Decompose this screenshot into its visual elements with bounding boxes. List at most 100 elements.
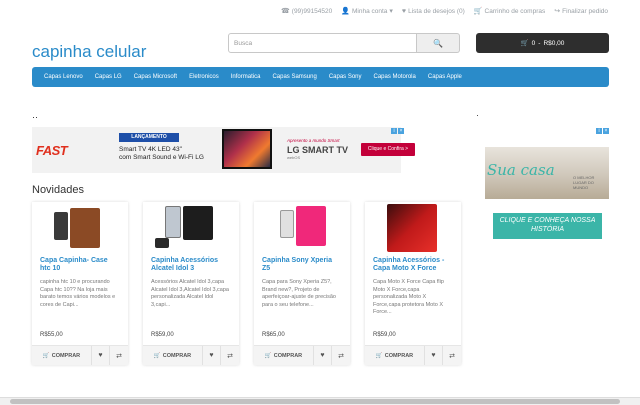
wishlist-button[interactable]: ♥ bbox=[314, 346, 332, 365]
search-input[interactable] bbox=[228, 33, 417, 53]
ad-product-line1: Smart TV 4K LED 43" bbox=[119, 146, 182, 153]
product-description: Capa Moto X Force Capa flip Moto X Force… bbox=[373, 279, 444, 315]
product-description: Capa para Sony Xperia Z5?, Brand new?, P… bbox=[262, 279, 336, 308]
share-icon: ↪ bbox=[554, 8, 561, 15]
nav-item-sony[interactable]: Capas Sony bbox=[323, 74, 368, 80]
product-description: capinha htc 10 e procurando Capa htc 10?… bbox=[40, 279, 116, 308]
side-ad-info-icon[interactable]: i bbox=[596, 128, 602, 134]
phone-link[interactable]: ☎ (99)99154520 bbox=[281, 7, 333, 16]
search-icon: 🔍 bbox=[433, 38, 443, 48]
ad-close-icon[interactable]: × bbox=[398, 128, 404, 134]
side-ad-close-icon[interactable]: × bbox=[603, 128, 609, 134]
product-title[interactable]: Capinha Acessórios Alcatel Idol 3 bbox=[143, 252, 239, 279]
cart-icon: 🛒 bbox=[520, 40, 529, 47]
product-description: Acessórios Alcatel Idol 3,capa Alcatel I… bbox=[151, 279, 229, 308]
banner-ad[interactable]: FAST LANÇAMENTO Smart TV 4K LED 43" com … bbox=[32, 127, 415, 173]
product-image[interactable] bbox=[254, 202, 350, 252]
case-shape bbox=[70, 208, 100, 248]
product-image[interactable] bbox=[32, 202, 128, 252]
product-price: R$59,00 bbox=[151, 332, 174, 338]
nav-item-lg[interactable]: Capas LG bbox=[89, 74, 128, 80]
product-card: Capinha Sony Xperia Z5 Capa para Sony Xp… bbox=[254, 202, 350, 365]
product-title[interactable]: Capinha Acessórios - Capa Moto X Force bbox=[365, 252, 461, 279]
phone-label: (99)99154520 bbox=[291, 7, 333, 15]
compare-button[interactable]: ⇄ bbox=[221, 346, 239, 365]
wishlist-button[interactable]: ♥ bbox=[425, 346, 443, 365]
buy-label: COMPRAR bbox=[273, 352, 303, 359]
horizontal-scrollbar[interactable] bbox=[0, 397, 640, 405]
ad-tagline: Apresento a mundo Smart bbox=[287, 138, 340, 143]
site-logo[interactable]: capinha celular bbox=[32, 42, 146, 62]
cart-link[interactable]: 🛒 Carrinho de compras bbox=[473, 7, 545, 16]
case-shape bbox=[183, 206, 213, 240]
category-nav: Capas Lenovo Capas LG Capas Microsoft El… bbox=[32, 67, 609, 87]
checkout-label: Finalizar pedido bbox=[562, 7, 608, 15]
buy-button[interactable]: 🛒 COMPRAR bbox=[365, 346, 425, 365]
cart-icon: 🛒 bbox=[42, 352, 50, 359]
buy-label: COMPRAR bbox=[384, 352, 414, 359]
nav-item-microsoft[interactable]: Capas Microsoft bbox=[128, 74, 183, 80]
wishlist-button[interactable]: ♥ bbox=[92, 346, 110, 365]
nav-item-apple[interactable]: Capas Apple bbox=[422, 74, 468, 80]
product-title[interactable]: Capa Capinha- Case htc 10 bbox=[32, 252, 128, 279]
buy-button[interactable]: 🛒 COMPRAR bbox=[143, 346, 203, 365]
product-image[interactable] bbox=[143, 202, 239, 252]
product-card: Capinha Acessórios - Capa Moto X Force C… bbox=[365, 202, 461, 365]
nav-item-eletronicos[interactable]: Eletronicos bbox=[183, 74, 225, 80]
buy-label: COMPRAR bbox=[162, 352, 192, 359]
ad-info-icon[interactable]: i bbox=[391, 128, 397, 134]
compare-icon: ⇄ bbox=[449, 352, 455, 360]
user-icon: 👤 bbox=[341, 8, 350, 15]
side-ad-sub: O MELHOR LUGAR DO MUNDO bbox=[573, 175, 595, 190]
wishlist-link[interactable]: ♥ Lista de desejos (0) bbox=[402, 8, 465, 15]
compare-button[interactable]: ⇄ bbox=[110, 346, 128, 365]
tv-image bbox=[222, 129, 272, 169]
ad-product-line2: com Smart Sound e Wi-Fi LG bbox=[119, 154, 204, 161]
nav-item-lenovo[interactable]: Capas Lenovo bbox=[38, 74, 89, 80]
side-ad-choices[interactable]: i × bbox=[596, 128, 609, 134]
ad-lg-logo: LG SMART TV bbox=[287, 145, 348, 155]
case-shape bbox=[387, 204, 437, 252]
ad-lg-sub: webOS bbox=[287, 155, 301, 160]
cart-total: R$0,00 bbox=[543, 39, 565, 47]
checkout-link[interactable]: ↪ Finalizar pedido bbox=[554, 7, 608, 16]
scrollbar-thumb[interactable] bbox=[10, 399, 620, 404]
product-price: R$59,00 bbox=[373, 332, 396, 338]
nav-item-motorola[interactable]: Capas Motorola bbox=[368, 74, 422, 80]
carousel-dot-right: · bbox=[476, 110, 479, 120]
page: ☎ (99)99154520 👤 Minha conta ▾ ♥ Lista de de… bbox=[0, 0, 640, 405]
buy-button[interactable]: 🛒 COMPRAR bbox=[254, 346, 314, 365]
ad-product: Smart TV 4K LED 43" com Smart Sound e Wi… bbox=[119, 146, 219, 162]
wishlist-button[interactable]: ♥ bbox=[203, 346, 221, 365]
case-shape bbox=[296, 206, 326, 246]
buy-label: COMPRAR bbox=[51, 352, 81, 359]
cart-icon: 🛒 bbox=[473, 8, 483, 15]
compare-icon: ⇄ bbox=[116, 352, 122, 360]
side-ad-script: Sua casa bbox=[487, 161, 555, 179]
phone-shape bbox=[280, 210, 294, 238]
compare-icon: ⇄ bbox=[338, 352, 344, 360]
ad-brand: FAST bbox=[36, 143, 68, 158]
search-button[interactable]: 🔍 bbox=[417, 33, 460, 53]
product-actions: 🛒 COMPRAR ♥ ⇄ bbox=[143, 345, 239, 365]
side-ad-cta[interactable]: CLIQUE E CONHEÇA NOSSA HISTÓRIA bbox=[493, 213, 602, 239]
product-title[interactable]: Capinha Sony Xperia Z5 bbox=[254, 252, 350, 279]
compare-button[interactable]: ⇄ bbox=[332, 346, 350, 365]
side-banner-ad[interactable]: Sua casa O MELHOR LUGAR DO MUNDO CLIQUE … bbox=[485, 127, 609, 247]
ad-badge: LANÇAMENTO bbox=[119, 133, 179, 142]
cart-button[interactable]: 🛒 0 - R$0,00 bbox=[476, 33, 609, 53]
wishlist-label: Lista de desejos (0) bbox=[408, 7, 465, 15]
product-actions: 🛒 COMPRAR ♥ ⇄ bbox=[254, 345, 350, 365]
nav-item-samsung[interactable]: Capas Samsung bbox=[266, 74, 322, 80]
account-link[interactable]: 👤 Minha conta ▾ bbox=[341, 7, 393, 16]
account-label: Minha conta bbox=[351, 7, 388, 15]
buy-button[interactable]: 🛒 COMPRAR bbox=[32, 346, 92, 365]
nav-item-informatica[interactable]: Informatica bbox=[225, 74, 267, 80]
ad-cta-button[interactable]: Clique e Confira > bbox=[361, 143, 415, 156]
product-price: R$55,00 bbox=[40, 332, 63, 338]
compare-button[interactable]: ⇄ bbox=[443, 346, 461, 365]
ad-choices[interactable]: i × bbox=[391, 128, 404, 134]
product-image[interactable] bbox=[365, 202, 461, 252]
heart-icon: ♥ bbox=[431, 352, 436, 359]
phone-shape bbox=[165, 206, 181, 238]
